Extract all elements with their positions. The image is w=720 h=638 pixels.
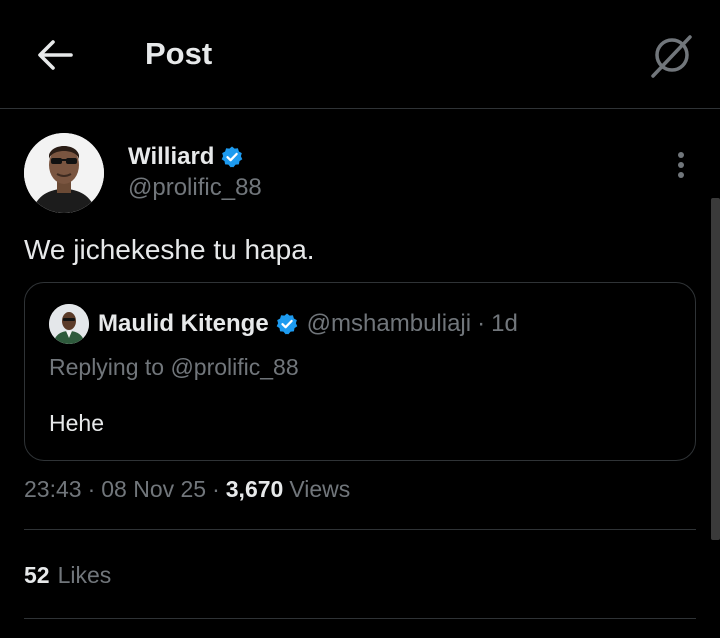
likes-link[interactable]: 52 Likes bbox=[24, 562, 111, 589]
more-dot-icon bbox=[678, 152, 684, 158]
quoted-post[interactable]: Maulid Kitenge @mshambuliaji · 1d Replyi… bbox=[24, 282, 696, 461]
post-text: We jichekeshe tu hapa. bbox=[24, 234, 315, 265]
post-date: 08 Nov 25 bbox=[101, 476, 207, 502]
grok-icon bbox=[651, 35, 692, 78]
more-dot-icon bbox=[678, 162, 684, 168]
quoted-author-avatar[interactable] bbox=[49, 304, 89, 344]
post-meta: 23:43 · 08 Nov 25 · 3,670 Views bbox=[24, 476, 350, 503]
author-name-text: Williard bbox=[128, 143, 215, 170]
page-title: Post bbox=[145, 36, 213, 71]
likes-label: Likes bbox=[57, 562, 112, 588]
replying-to-text: Replying to @prolific_88 bbox=[49, 354, 299, 380]
quoted-author-name[interactable]: Maulid Kitenge bbox=[98, 310, 269, 338]
verified-badge-icon bbox=[222, 146, 243, 168]
arrow-left-icon bbox=[38, 40, 73, 70]
quoted-avatar-image bbox=[49, 304, 89, 344]
back-button[interactable] bbox=[30, 32, 80, 78]
more-options-button[interactable] bbox=[666, 149, 696, 181]
quoted-post-header: Maulid Kitenge @mshambuliaji · 1d bbox=[98, 310, 518, 338]
author-name[interactable]: Williard bbox=[128, 143, 244, 171]
top-bar: Post bbox=[0, 0, 720, 109]
quoted-author-handle[interactable]: @mshambuliaji bbox=[307, 310, 471, 338]
scrollbar[interactable] bbox=[711, 198, 720, 540]
views-label: Views bbox=[289, 476, 351, 502]
avatar[interactable] bbox=[24, 133, 104, 213]
author-avatar-image bbox=[24, 133, 104, 213]
meta-separator: · bbox=[212, 476, 220, 502]
quoted-post-time: 1d bbox=[491, 310, 518, 337]
author-handle[interactable]: @prolific_88 bbox=[128, 174, 262, 202]
meta-separator: · bbox=[87, 476, 96, 502]
post-author: Williard @prolific_88 bbox=[24, 133, 696, 215]
quoted-post-text: Hehe bbox=[49, 410, 104, 436]
likes-count: 52 bbox=[24, 562, 50, 588]
divider bbox=[24, 618, 696, 619]
quoted-dot-separator: · bbox=[477, 310, 486, 337]
divider bbox=[24, 529, 696, 530]
post-time: 23:43 bbox=[24, 476, 82, 502]
grok-button[interactable] bbox=[643, 30, 699, 82]
more-dot-icon bbox=[678, 172, 684, 178]
verified-badge-icon bbox=[276, 313, 297, 335]
views-count[interactable]: 3,670 bbox=[226, 476, 284, 503]
